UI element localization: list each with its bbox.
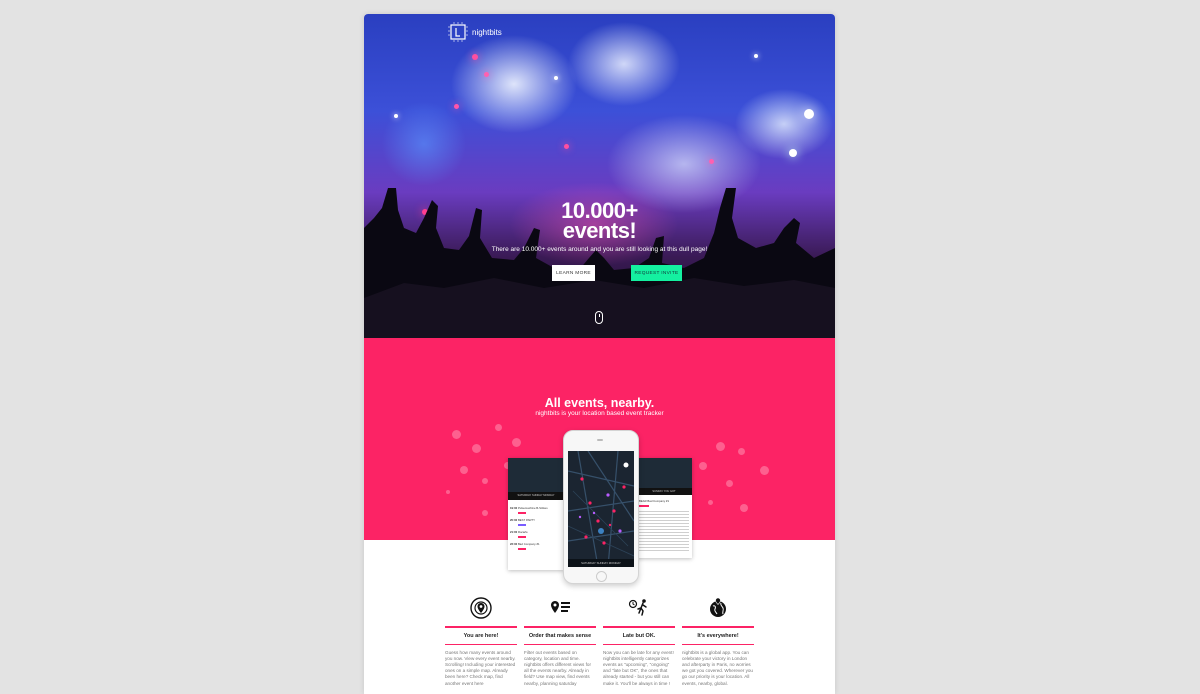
event-description-lines (639, 511, 689, 551)
feature-divider (445, 643, 517, 645)
event-tag (639, 505, 649, 507)
landing-page: nightbits 10.000+ events! There are 10.0… (364, 14, 835, 694)
stage-light (484, 72, 489, 77)
stage-light (789, 149, 797, 157)
list-time: 19:30 (510, 506, 518, 510)
phone-map-screen: SATURDAY SUNDAY MONDAY (568, 451, 634, 567)
globe-icon (710, 597, 726, 617)
feature-divider (524, 626, 596, 628)
decor-dot (495, 424, 502, 431)
request-invite-button[interactable]: REQUEST INVITE (631, 265, 682, 281)
right-app-screen: SUNDAY YOU GOT BEAR Bad Company #1 (636, 458, 692, 558)
right-screen-map (636, 458, 692, 488)
decor-dot (708, 500, 713, 505)
list-name: Rocarfe (517, 530, 528, 534)
list-time: 20:30 (510, 518, 518, 522)
feature-text: Now you can be late for any event! night… (603, 649, 674, 686)
learn-more-button[interactable]: LEARN MORE (552, 265, 595, 281)
list-name: Pulsemachine B-Strikes (517, 506, 548, 510)
decor-dot (452, 430, 461, 439)
decor-dot (472, 444, 481, 453)
feature-title: You are here! (463, 632, 499, 639)
left-screen-map (508, 458, 564, 492)
order-list-icon (551, 601, 570, 613)
stage-light (754, 54, 758, 58)
stage-light (709, 159, 714, 164)
stage-light (394, 114, 398, 118)
feature-divider (682, 626, 754, 628)
brand-logo[interactable]: nightbits (448, 22, 502, 42)
location-target-icon (470, 597, 492, 619)
feature-divider (603, 643, 675, 645)
decor-dot (482, 510, 488, 516)
map-roads (568, 451, 634, 567)
list-tag (518, 536, 526, 538)
decor-dot (482, 478, 488, 484)
decor-dot (740, 504, 748, 512)
list-item: 22:30 Bad Company #1 (510, 542, 562, 550)
late-runner-icon (628, 599, 647, 616)
left-app-screen: SATURDAY SUNDAY MONDAY 19:30 Pulsemachin… (508, 458, 564, 570)
feature-text: Filter out events based on category, loc… (524, 649, 591, 686)
feature-title: Late but OK. (622, 632, 656, 639)
list-name: Bad Company #1 (517, 542, 540, 546)
right-event-title: BEAR Bad Company #1 (639, 499, 670, 503)
feature-column: Late but OK. Now you can be late for any… (603, 597, 675, 687)
stage-light (472, 54, 478, 60)
decor-dot (446, 490, 450, 494)
nightbits-logo-icon (448, 22, 468, 42)
phone-day-bar: SATURDAY SUNDAY MONDAY (568, 559, 634, 567)
phone-speaker (597, 439, 603, 441)
feature-text: nightbits is a global app. You can celeb… (682, 649, 753, 686)
feature-title: It's everywhere! (697, 632, 739, 639)
stage-light (804, 109, 814, 119)
list-tag (518, 512, 526, 514)
section-title: All events, nearby. (544, 396, 655, 410)
decor-dot (716, 442, 725, 451)
feature-title: Order that makes sense (528, 632, 592, 639)
phone-home-button (596, 571, 607, 582)
hero-title-line2: events! (562, 218, 637, 243)
feature-divider (445, 626, 517, 628)
feature-column: It's everywhere! nightbits is a global a… (682, 597, 754, 687)
list-item: 21:00 Rocarfe (510, 530, 562, 538)
hero-subtitle: There are 10.000+ events around and you … (491, 246, 708, 253)
decor-dot (760, 466, 769, 475)
decor-dot (460, 466, 468, 474)
list-tag (518, 548, 526, 550)
decor-dot (738, 448, 745, 455)
stage-light (554, 76, 558, 80)
section-subtitle: nightbits is your location based event t… (535, 410, 664, 417)
feature-divider (682, 643, 754, 645)
decor-dot (512, 438, 521, 447)
mouse-scroll-icon[interactable] (595, 311, 603, 324)
phone-mockup: SATURDAY SUNDAY MONDAY (563, 430, 639, 584)
stage-light (564, 144, 569, 149)
list-time: 21:00 (510, 530, 518, 534)
list-item: 19:30 Pulsemachine B-Strikes (510, 506, 562, 514)
feature-text: Guess how many events around you now. Vi… (445, 649, 516, 686)
feature-column: Order that makes sense Filter out events… (524, 597, 596, 687)
list-time: 22:30 (510, 542, 518, 546)
right-day-header: SUNDAY YOU GOT (636, 488, 692, 495)
decor-dot (726, 480, 733, 487)
feature-divider (603, 626, 675, 628)
list-name: BEST PARTY (517, 518, 536, 522)
feature-divider (524, 643, 596, 645)
hero-section: nightbits 10.000+ events! There are 10.0… (364, 14, 835, 338)
decor-dot (699, 462, 707, 470)
left-day-bar: SATURDAY SUNDAY MONDAY (508, 492, 564, 500)
stage-light (454, 104, 459, 109)
list-tag (518, 524, 526, 526)
list-item: 20:30 BEST PARTY (510, 518, 562, 526)
brand-name: nightbits (472, 27, 502, 37)
feature-column: You are here! Guess how many events arou… (445, 597, 517, 687)
